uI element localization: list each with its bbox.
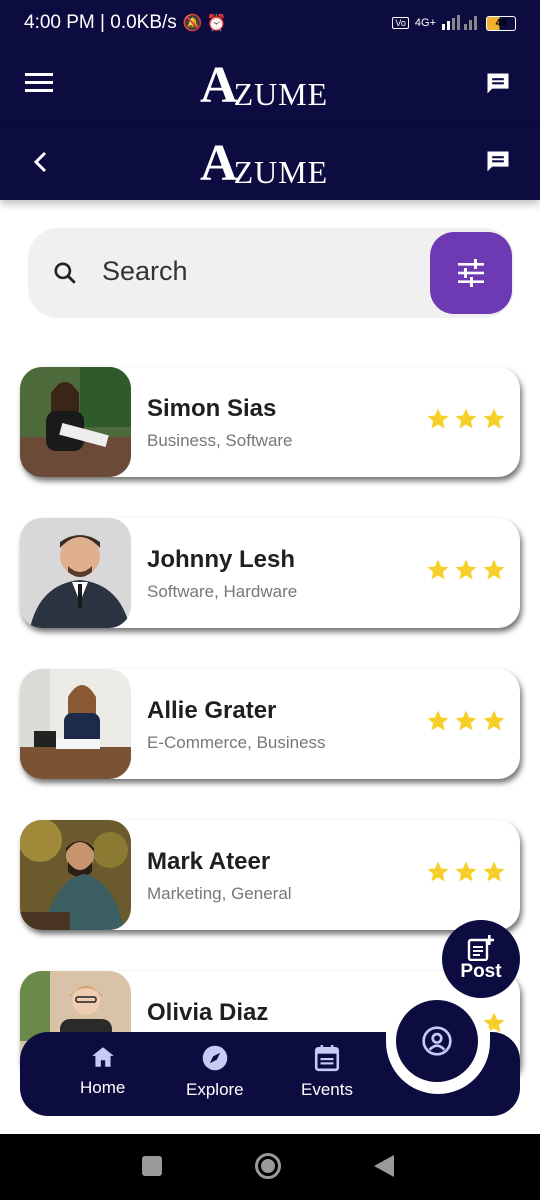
network-type: 4G+ (414, 17, 436, 29)
sliders-icon (458, 259, 484, 287)
person-name: Simon Sias (147, 395, 277, 422)
star-icon (455, 710, 477, 731)
logo-letter: A (200, 57, 238, 114)
nav-home[interactable]: Home (80, 1044, 125, 1098)
profile-button[interactable] (396, 1000, 478, 1082)
star-icon (427, 710, 449, 731)
search-icon (54, 262, 76, 284)
rating-stars (426, 860, 506, 884)
star-icon (427, 559, 449, 580)
star-icon (455, 408, 477, 429)
secondary-app-bar: A ZUME (0, 124, 540, 200)
star-icon (483, 559, 505, 580)
status-bar: 4:00 PM | 0.0KB/s 🔕 ⏰ Vo 4G+ 48 (0, 0, 540, 46)
home-icon (91, 1047, 114, 1067)
person-name: Johnny Lesh (147, 546, 296, 573)
rating-stars (426, 407, 506, 431)
main-app-bar: A ZUME (0, 46, 540, 124)
person-photo (20, 367, 131, 477)
menu-button[interactable] (22, 66, 56, 100)
person-photo (20, 518, 131, 628)
status-time: 4:00 PM | 0.0KB/s (24, 12, 177, 33)
star-icon (455, 861, 477, 882)
person-name: Mark Ateer (147, 848, 271, 875)
person-tags: Marketing, General (147, 884, 292, 903)
filter-button[interactable] (430, 232, 512, 314)
person-tags: Software, Hardware (147, 582, 298, 601)
chat-icon (487, 73, 509, 94)
volte-icon: Vo (392, 17, 409, 29)
nav-events[interactable]: Events (301, 1044, 353, 1100)
nav-home-label: Home (80, 1078, 126, 1097)
post-label: Post (460, 961, 502, 982)
calendar-icon (314, 1045, 340, 1072)
battery-icon: 48 (486, 15, 516, 31)
app-logo-secondary: A ZUME (200, 138, 328, 190)
logo-text: ZUME (233, 76, 329, 112)
mute-icon: 🔕 (182, 15, 203, 32)
logo-text: ZUME (233, 154, 329, 190)
rating-stars (426, 558, 506, 582)
recents-button[interactable] (142, 1156, 162, 1176)
chat-button[interactable] (482, 68, 514, 100)
app-logo: A ZUME (200, 60, 328, 112)
person-name: Olivia Diaz (147, 999, 269, 1026)
hamburger-icon (25, 73, 53, 92)
rating-stars (426, 709, 506, 733)
person-card[interactable]: Johnny Lesh Software, Hardware (20, 518, 520, 628)
system-navigation-bar (0, 1134, 540, 1200)
person-card[interactable]: Simon Sias Business, Software (20, 367, 520, 477)
account-circle-icon (422, 1026, 452, 1056)
star-icon (483, 710, 505, 731)
person-tags: E-Commerce, Business (147, 733, 326, 752)
star-icon (427, 861, 449, 882)
star-icon (427, 408, 449, 429)
nav-events-label: Events (301, 1080, 353, 1099)
person-card[interactable]: Allie Grater E-Commerce, Business (20, 669, 520, 779)
person-tags: Business, Software (147, 431, 293, 450)
home-system-button[interactable] (255, 1153, 281, 1179)
alarm-icon: ⏰ (206, 15, 227, 32)
compass-icon (202, 1045, 228, 1071)
person-photo (20, 820, 131, 930)
chat-icon (487, 151, 509, 172)
back-system-button[interactable] (374, 1155, 394, 1177)
star-icon (483, 861, 505, 882)
logo-letter: A (200, 135, 238, 192)
battery-level: 48 (495, 17, 507, 29)
star-icon (455, 559, 477, 580)
star-icon (483, 408, 505, 429)
person-photo (20, 669, 131, 779)
post-button[interactable]: Post (442, 920, 520, 998)
chat-button-secondary[interactable] (482, 146, 514, 178)
search-input[interactable]: Search (102, 256, 188, 287)
person-name: Allie Grater (147, 697, 277, 724)
note-add-icon (467, 935, 494, 961)
chevron-left-icon (33, 151, 47, 173)
back-button[interactable] (26, 146, 54, 178)
signal-icon (442, 14, 480, 33)
person-card[interactable]: Mark Ateer Marketing, General (20, 820, 520, 930)
nav-explore[interactable]: Explore (186, 1044, 244, 1100)
nav-explore-label: Explore (186, 1080, 244, 1099)
